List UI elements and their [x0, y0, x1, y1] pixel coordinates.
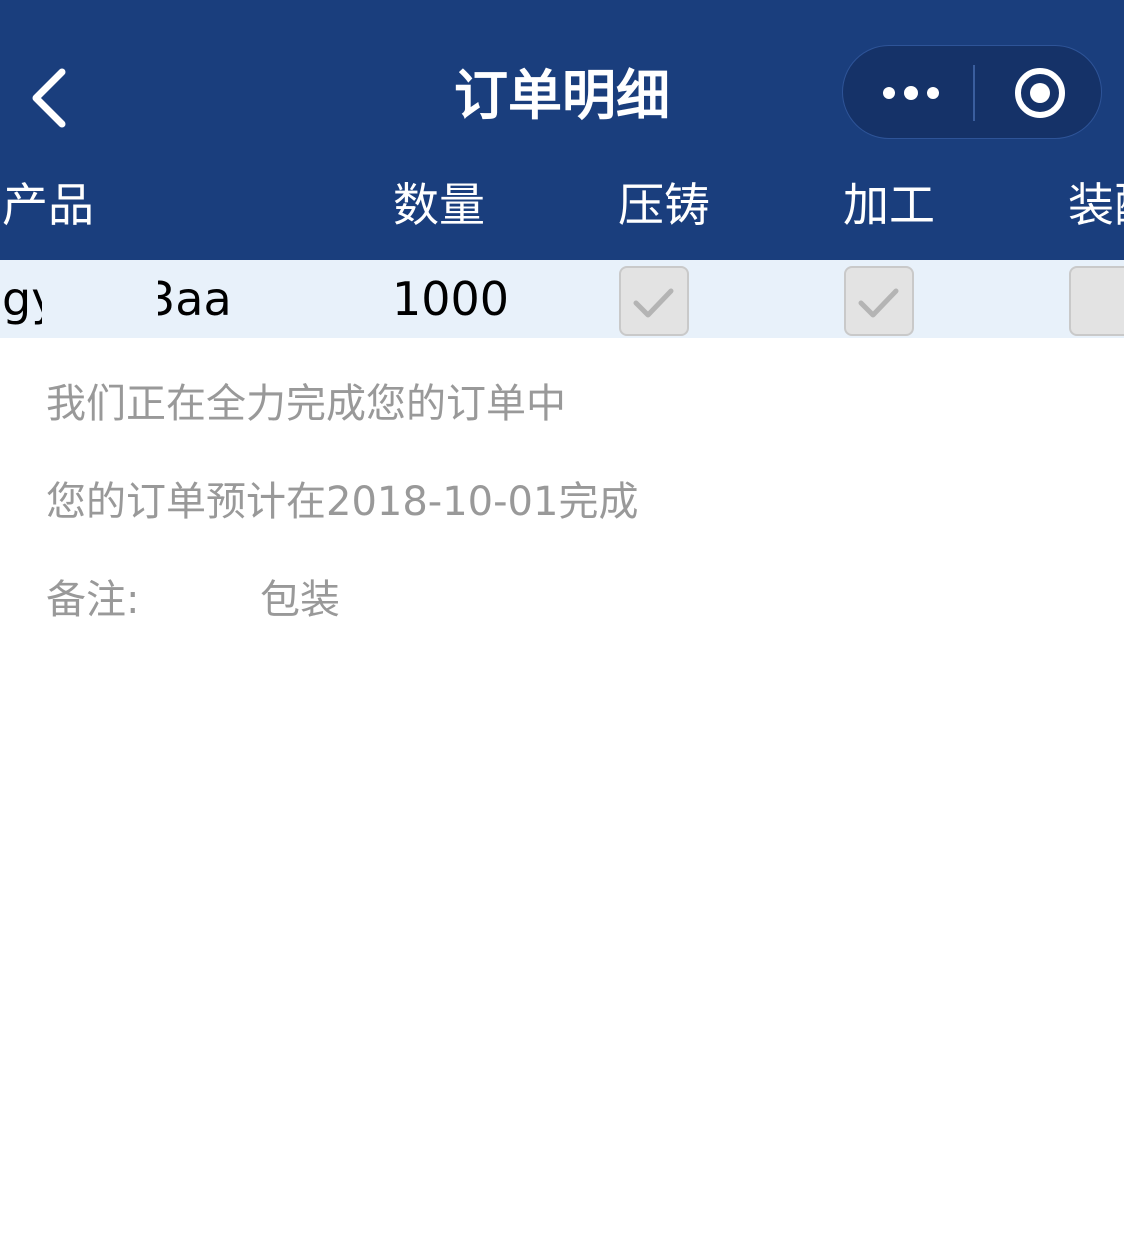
column-header-machining: 加工 — [843, 178, 935, 232]
check-icon — [858, 288, 899, 318]
navigation-bar: 订单明细 — [0, 0, 1124, 160]
column-header-assembly: 装配 — [1068, 178, 1124, 232]
more-button[interactable] — [843, 46, 971, 140]
table-header: 产品 数量 压铸 加工 装配 — [0, 160, 1124, 260]
column-header-die-casting: 压铸 — [618, 178, 710, 232]
progress-text: 我们正在全力完成您的订单中 — [46, 381, 566, 427]
die-casting-checkbox[interactable] — [619, 266, 689, 336]
quantity-cell: 1000 — [392, 272, 510, 326]
table-row[interactable]: gy 3aa 1000 — [0, 260, 1124, 338]
product-text-left: gy — [2, 272, 42, 326]
mini-program-capsule — [842, 45, 1102, 139]
column-header-quantity: 数量 — [393, 178, 485, 232]
close-button[interactable] — [975, 46, 1103, 140]
check-icon — [633, 288, 674, 318]
remark-label: 备注: — [46, 577, 140, 623]
assembly-checkbox[interactable] — [1069, 266, 1124, 336]
product-cell-right: 3aa — [158, 260, 238, 338]
column-header-product: 产品 — [2, 178, 94, 232]
product-cell-left: gy — [0, 260, 42, 338]
machining-checkbox[interactable] — [844, 266, 914, 336]
eta-text: 您的订单预计在2018-10-01完成 — [46, 479, 639, 525]
remark-value: 包装 — [260, 577, 340, 623]
remark-line: 备注: 包装 — [46, 572, 646, 628]
product-text-right: 3aa — [158, 272, 232, 326]
